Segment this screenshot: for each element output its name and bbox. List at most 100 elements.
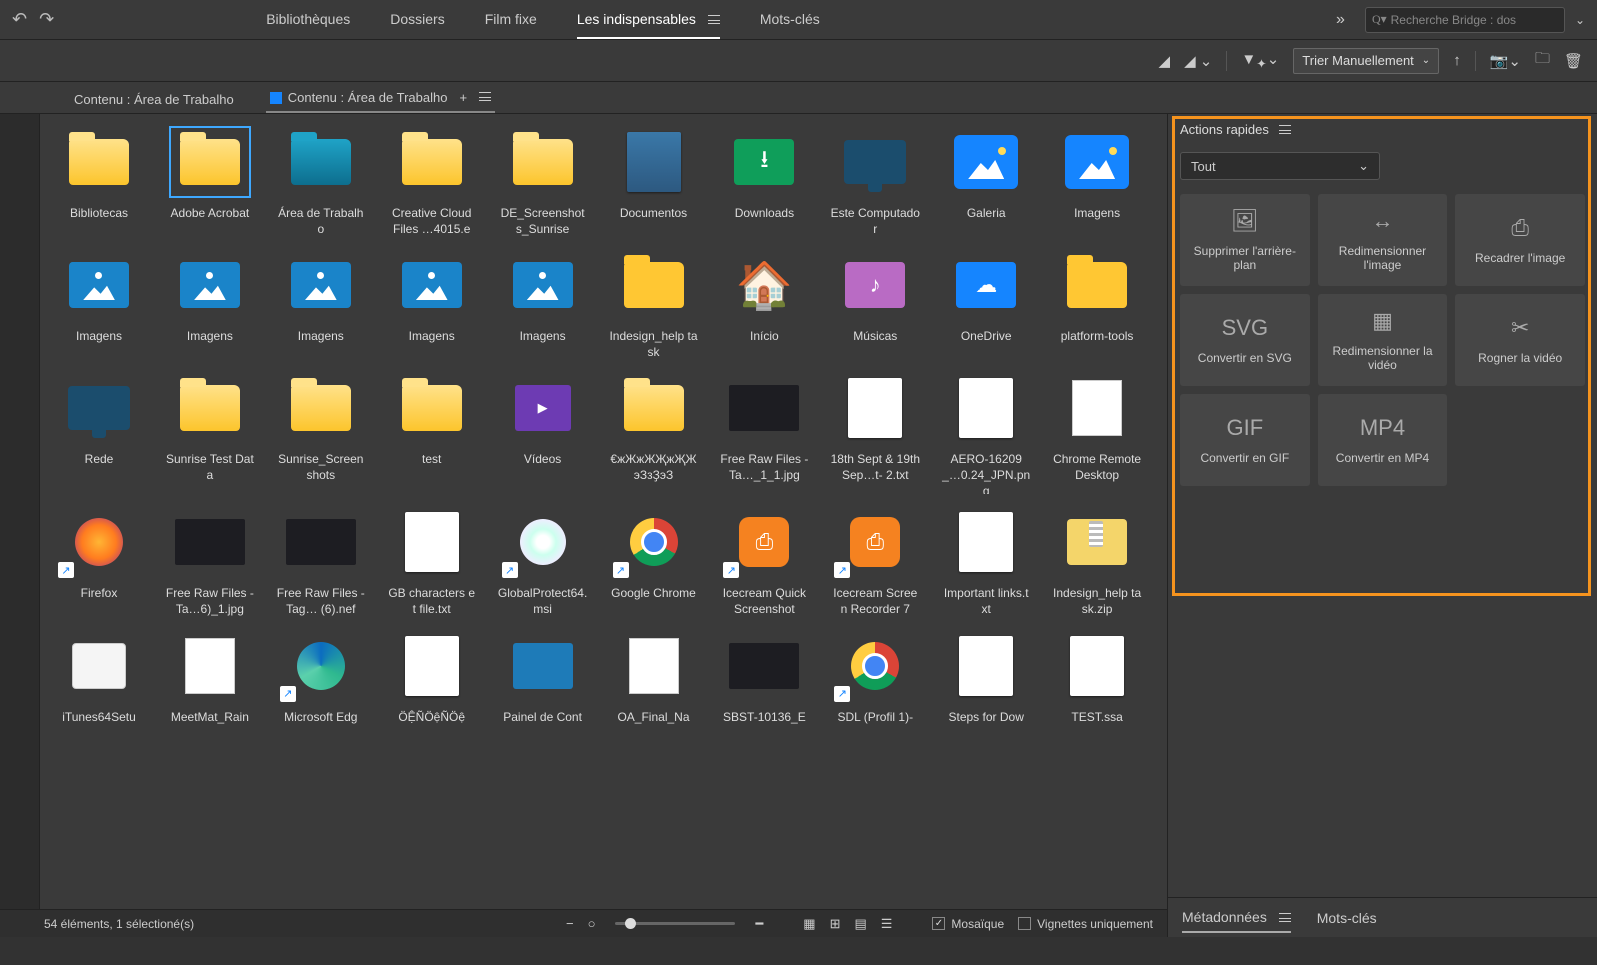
view-list-icon[interactable]: ☰ [881, 916, 893, 932]
grid-item[interactable]: Painel de Cont [498, 632, 588, 726]
grid-item[interactable]: MeetMat_Rain [165, 632, 255, 726]
view-detail-icon[interactable]: ▤ [854, 916, 866, 932]
grid-item[interactable]: platform-tools [1052, 251, 1142, 360]
thumbnail[interactable] [282, 251, 360, 319]
view-tiles-icon[interactable]: ⊞ [830, 916, 841, 932]
histogram-small-icon[interactable]: ◢ [1159, 52, 1171, 70]
thumbnail[interactable] [615, 128, 693, 196]
thumbnail[interactable] [615, 251, 693, 319]
thumbnail[interactable] [393, 128, 471, 196]
thumbnail[interactable] [282, 508, 360, 576]
content-tab-1[interactable]: Contenu : Área de Trabalho [70, 86, 238, 113]
tab-menu-icon[interactable] [1279, 914, 1291, 925]
thumbnail[interactable] [836, 128, 914, 196]
thumbnail[interactable] [725, 632, 803, 700]
grid-item[interactable]: €жЖжЖҖжҖЖэЗзҘэЗ [609, 374, 699, 494]
quick-action-card[interactable]: ↔Redimensionner l'image [1318, 194, 1448, 286]
grid-item[interactable]: Imagens [387, 251, 477, 360]
thumbnail[interactable] [504, 251, 582, 319]
grid-item[interactable]: Important links.txt [941, 508, 1031, 617]
thumbnail[interactable] [615, 374, 693, 442]
grid-item[interactable]: Rede [54, 374, 144, 494]
grid-item[interactable]: OA_Final_Na [609, 632, 699, 726]
thumbnail[interactable] [725, 374, 803, 442]
grid-item[interactable]: Free Raw Files - Ta…6)_1.jpg [165, 508, 255, 617]
grid-item[interactable]: Imagens [1052, 128, 1142, 237]
forward-arrow-icon[interactable]: ↷ [39, 9, 54, 30]
thumbnail[interactable] [60, 632, 138, 700]
thumbnail[interactable] [393, 251, 471, 319]
thumbnail[interactable] [1058, 251, 1136, 319]
thumbnail[interactable]: 🏠 [725, 251, 803, 319]
thumbnail[interactable] [60, 128, 138, 196]
thumbnail[interactable] [60, 251, 138, 319]
thumbnail[interactable] [171, 128, 249, 196]
quick-action-card[interactable]: ⎙Recadrer l'image [1455, 194, 1585, 286]
tab-indispensables[interactable]: Les indispensables [577, 1, 720, 39]
grid-item[interactable]: ↗Google Chrome [609, 508, 699, 617]
quick-actions-filter[interactable]: Tout ⌄ [1180, 152, 1380, 180]
thumbnail[interactable] [504, 128, 582, 196]
thumbnail[interactable] [836, 374, 914, 442]
tab-mots-cles-meta[interactable]: Mots-clés [1317, 904, 1377, 932]
new-folder-icon[interactable]: 🗀 [1535, 48, 1550, 73]
sort-ascending-icon[interactable]: ↑ [1453, 52, 1461, 69]
thumbnail[interactable]: ☁ [947, 251, 1025, 319]
thumbnail[interactable] [393, 632, 471, 700]
grid-item[interactable]: Indesign_help task [609, 251, 699, 360]
thumbnail[interactable] [1058, 508, 1136, 576]
grid-item[interactable]: ⎙↗Icecream Screen Recorder 7 [830, 508, 920, 617]
tab-menu-icon[interactable] [708, 15, 720, 27]
grid-item[interactable]: Sunrise Test Data [165, 374, 255, 494]
thumbnail[interactable]: ♪ [836, 251, 914, 319]
grid-item[interactable]: Documentos [609, 128, 699, 237]
thumbnail[interactable] [504, 632, 582, 700]
thumbnail[interactable] [393, 508, 471, 576]
thumbnail[interactable] [282, 374, 360, 442]
thumbnail[interactable]: ↗ [836, 632, 914, 700]
grid-item[interactable]: Creative Cloud Files …4015.e [387, 128, 477, 237]
sort-select[interactable]: Trier Manuellement ⌄ [1293, 48, 1439, 74]
thumbnail[interactable]: ⭳ [725, 128, 803, 196]
thumbnail[interactable] [60, 374, 138, 442]
quick-action-card[interactable]: GIFConvertir en GIF [1180, 394, 1310, 486]
thumbnail[interactable] [171, 632, 249, 700]
thumbnail[interactable] [947, 374, 1025, 442]
grid-item[interactable]: Adobe Acrobat [165, 128, 255, 237]
grid-item[interactable]: Sunrise_Screenshots [276, 374, 366, 494]
grid-item[interactable]: ↗Microsoft Edg [276, 632, 366, 726]
thumbnail[interactable] [947, 128, 1025, 196]
thumbnail[interactable] [1058, 632, 1136, 700]
grid-item[interactable]: 18th Sept & 19th Sep…t- 2.txt [830, 374, 920, 494]
camera-import-icon[interactable]: 📷⌄ [1490, 52, 1521, 70]
grid-item[interactable]: ↗SDL (Profil 1)- [830, 632, 920, 726]
thumbnail[interactable] [171, 251, 249, 319]
grid-item[interactable]: Chrome Remote Desktop [1052, 374, 1142, 494]
thumbnail[interactable]: ↗ [504, 508, 582, 576]
thumbnail[interactable] [171, 374, 249, 442]
grid-item[interactable]: Imagens [498, 251, 588, 360]
thumbnail[interactable]: ▶ [504, 374, 582, 442]
quick-action-card[interactable]: ✂Rogner la vidéo [1455, 294, 1585, 386]
thumbnail[interactable] [947, 632, 1025, 700]
search-input[interactable]: Q▾ Recherche Bridge : dos [1365, 7, 1565, 33]
grid-item[interactable]: Galeria [941, 128, 1031, 237]
tab-bibliotheques[interactable]: Bibliothèques [266, 1, 350, 39]
thumbnail[interactable]: ↗ [60, 508, 138, 576]
tab-options-icon[interactable] [479, 92, 491, 104]
mosaic-checkbox[interactable]: Mosaïque [932, 917, 1004, 931]
thumbnail[interactable]: ↗ [282, 632, 360, 700]
thumbnail[interactable]: ⎙↗ [725, 508, 803, 576]
tab-dossiers[interactable]: Dossiers [390, 1, 444, 39]
grid-item[interactable]: ⎙↗Icecream Quick Screenshot [719, 508, 809, 617]
quick-action-card[interactable]: 🖼Supprimer l'arrière-plan [1180, 194, 1310, 286]
thumbnail[interactable] [282, 128, 360, 196]
grid-item[interactable]: GB characters et file.txt [387, 508, 477, 617]
thumbnail[interactable] [1058, 128, 1136, 196]
grid-item[interactable]: AERO-16209_…0.24_JPN.png [941, 374, 1031, 494]
thumbnail[interactable] [615, 632, 693, 700]
quick-action-card[interactable]: MP4Convertir en MP4 [1318, 394, 1448, 486]
thumbnail-size-slider[interactable] [615, 922, 735, 925]
grid-item[interactable]: TEST.ssa [1052, 632, 1142, 726]
tab-film-fixe[interactable]: Film fixe [485, 1, 537, 39]
